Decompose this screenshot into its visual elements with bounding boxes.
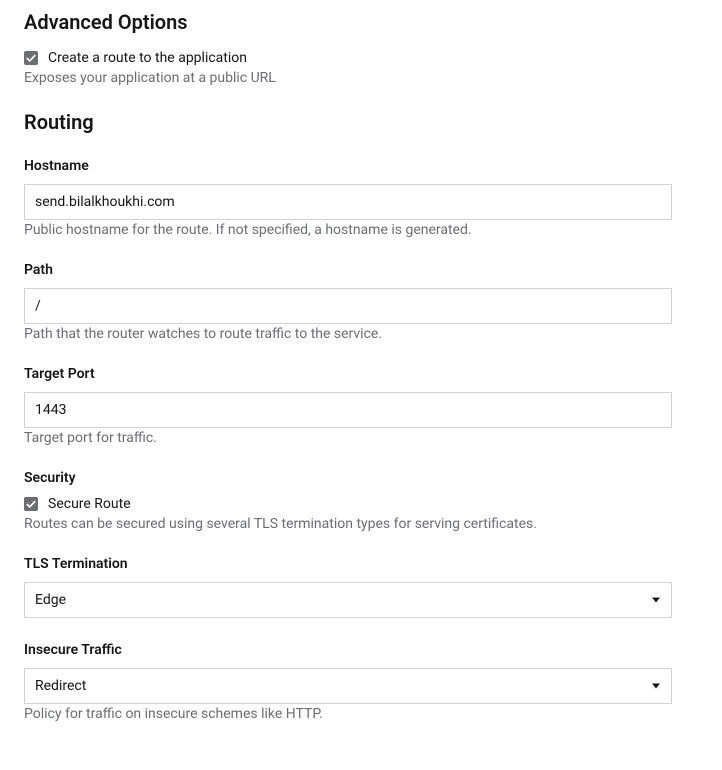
create-route-label: Create a route to the application [48,50,247,66]
secure-route-checkbox[interactable] [24,497,38,511]
advanced-options-title: Advanced Options [24,10,698,34]
checkmark-icon [26,499,36,509]
security-label: Security [24,470,698,486]
insecure-traffic-label: Insecure Traffic [24,642,698,658]
tls-termination-label: TLS Termination [24,556,698,572]
checkmark-icon [26,53,36,63]
path-label: Path [24,262,698,278]
security-help: Routes can be secured using several TLS … [24,516,698,532]
tls-termination-select[interactable]: Edge [24,582,672,618]
target-port-help: Target port for traffic. [24,430,698,446]
create-route-checkbox[interactable] [24,51,38,65]
hostname-input[interactable] [24,184,672,220]
target-port-input[interactable] [24,392,672,428]
path-input[interactable] [24,288,672,324]
hostname-help: Public hostname for the route. If not sp… [24,222,698,238]
path-help: Path that the router watches to route tr… [24,326,698,342]
routing-title: Routing [24,110,698,134]
hostname-label: Hostname [24,158,698,174]
insecure-traffic-help: Policy for traffic on insecure schemes l… [24,706,698,722]
target-port-label: Target Port [24,366,698,382]
create-route-help: Exposes your application at a public URL [24,70,698,86]
secure-route-label: Secure Route [48,496,131,512]
insecure-traffic-select[interactable]: Redirect [24,668,672,704]
